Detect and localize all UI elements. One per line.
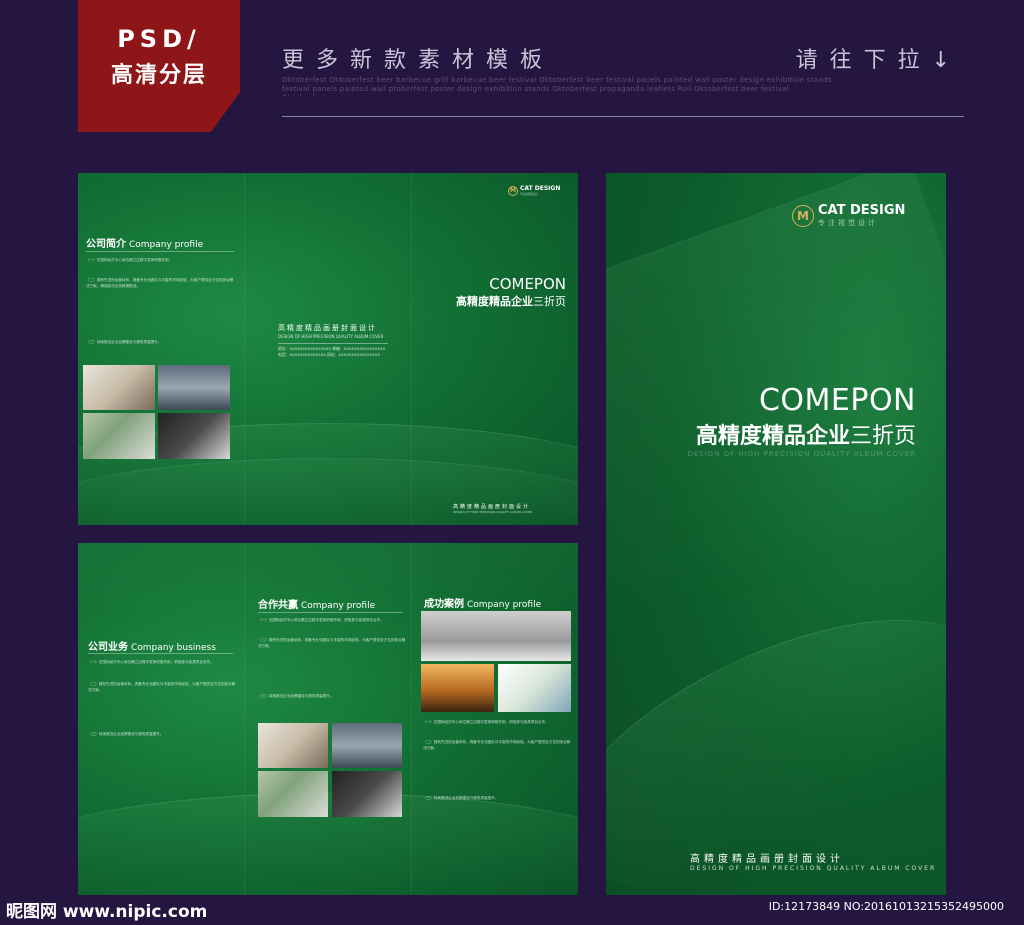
photo-tablet [332, 771, 402, 817]
photo-paperwork [258, 723, 328, 768]
photo-tablet [158, 413, 230, 459]
brochure-cover: M CAT DESIGN 专注视觉设计 COMEPON 高精度精品企业三折页 D… [606, 173, 946, 895]
panel-footer-en: DESIGN OF HIGH PRECISION QUALITY ALBUM C… [453, 510, 533, 514]
section-title-cases: 成功案例 Company profile [424, 599, 542, 610]
brand-tagline: 专注视觉设计 [818, 219, 878, 227]
body-paragraph: （二）拥有先进的运营体系，具备专业化团队与丰富的市场经验，为客户提供全方位的综合… [86, 278, 234, 288]
logo-mark-icon: M [508, 185, 518, 196]
wave-decoration [78, 458, 578, 525]
section-underline [258, 612, 403, 613]
wave-decoration [606, 565, 946, 895]
psd-badge: PSD/ 高清分层 [78, 0, 240, 132]
watermark-id: ID:12173849 NO:20161013215352495000 [768, 900, 1004, 913]
section-title-cooperation: 合作共赢 Company profile [258, 600, 376, 611]
body-paragraph: （二）拥有先进的运营体系，具备专业化团队与丰富的市场经验，为客户提供全方位的综合… [423, 740, 571, 750]
brochure-outer-spread: 公司简介 Company profile （一）在国际经济中心地位确立过程中发挥积… [78, 173, 578, 525]
body-paragraph: （三）持续推进企业品牌建设与服务质量提升。 [423, 796, 499, 800]
brand-tagline: 专注视觉设计 [520, 192, 539, 196]
cover-title-en: COMEPON [758, 383, 916, 418]
subline: Oktoberfest Oktoberfest beer barbecue gr… [282, 76, 832, 96]
cover-footer-cn: 高精度精品画册封面设计 [690, 854, 844, 865]
badge-line2: 高清分层 [110, 63, 207, 88]
panel-title-cn: 高精度精品企业三折页 [456, 295, 566, 308]
body-paragraph: （三）持续推进企业品牌建设与服务质量提升。 [88, 732, 164, 736]
photo-chart-analysis [498, 664, 571, 712]
cover-subtitle: DESIGN OF HIGH PRECISION QUALITY ALBUM C… [687, 450, 916, 458]
body-paragraph: （一）在国际经济中心地位确立过程中发挥积极作用。 [86, 258, 173, 262]
brand-logo-small: M CAT DESIGN 专注视觉设计 [508, 185, 560, 196]
headline-left: 更多新款素材模板 [282, 48, 555, 73]
body-paragraph: （一）在国际经济中心地位确立过程中发挥积极作用，积极参与各类项目合作。 [423, 720, 549, 724]
divider [278, 343, 388, 344]
panel-title-en: COMEPON [489, 275, 566, 293]
section-title-profile: 公司简介 Company profile [86, 239, 204, 250]
section-title-business: 公司业务 Company business [88, 642, 216, 653]
banner-divider [282, 116, 964, 117]
photo-money-chart [83, 413, 155, 459]
panel-cover-title: COMEPON 高精度精品企业三折页 [456, 275, 566, 309]
photo-paperwork [83, 365, 155, 410]
brand-name: CAT DESIGN [520, 185, 561, 192]
section-underline [88, 653, 233, 654]
cover-footer-en: DESIGN OF HIGH PRECISION QUALITY ALBUM C… [690, 865, 937, 872]
photo-money-chart [258, 771, 328, 817]
brand-name: CAT DESIGN [818, 203, 906, 218]
brochure-inner-spread: 公司业务 Company business （一）在国际经济中心地位确立过程中发挥… [78, 543, 578, 895]
body-paragraph: （一）在国际经济中心地位确立过程中发挥积极作用，积极参与各类项目合作。 [258, 618, 384, 622]
photo-office [332, 723, 402, 768]
body-paragraph: （三）持续推进企业品牌建设与服务质量提升。 [86, 340, 162, 344]
mid-title-cn: 高精度精品画册封面设计 [278, 324, 377, 332]
brand-logo: M CAT DESIGN 专注视觉设计 [792, 203, 905, 228]
mid-title-en: DESIGN OF HIGH PRECISION QUALITY ALBUM C… [278, 334, 384, 339]
section-underline [86, 251, 234, 252]
logo-mark-icon: M [792, 204, 814, 227]
badge-line1: PSD/ [117, 25, 201, 53]
headline-right: 请往下拉↓ [795, 48, 962, 73]
photo-meeting [421, 611, 571, 661]
body-paragraph: （一）在国际经济中心地位确立过程中发挥积极作用，积极参与各类项目合作。 [88, 660, 214, 664]
watermark-site: 昵图网 www.nipic.com [6, 902, 208, 922]
photo-city-sunset [421, 664, 494, 712]
body-paragraph: （三）持续推进企业品牌建设与服务质量提升。 [258, 694, 334, 698]
body-paragraph: （二）拥有先进的运营体系，具备专业化团队与丰富的市场经验，为客户提供全方位的综合… [258, 638, 406, 648]
contact-line: 电话：XXXXXXXXXXXXXX 网站：XXXXXXXXXXXXXXXX [278, 352, 381, 357]
body-paragraph: （二）拥有先进的运营体系，具备专业化团队与丰富的市场经验，为客户提供全方位的综合… [88, 682, 236, 692]
photo-office [158, 365, 230, 410]
cover-title: COMEPON 高精度精品企业三折页 DESIGN OF HIGH PRECIS… [687, 383, 916, 458]
panel-footer-cn: 高精度精品画册封面设计 [453, 504, 531, 510]
headline: 更多新款素材模板 请往下拉↓ [282, 42, 962, 74]
cover-title-cn: 高精度精品企业三折页 [695, 424, 916, 449]
